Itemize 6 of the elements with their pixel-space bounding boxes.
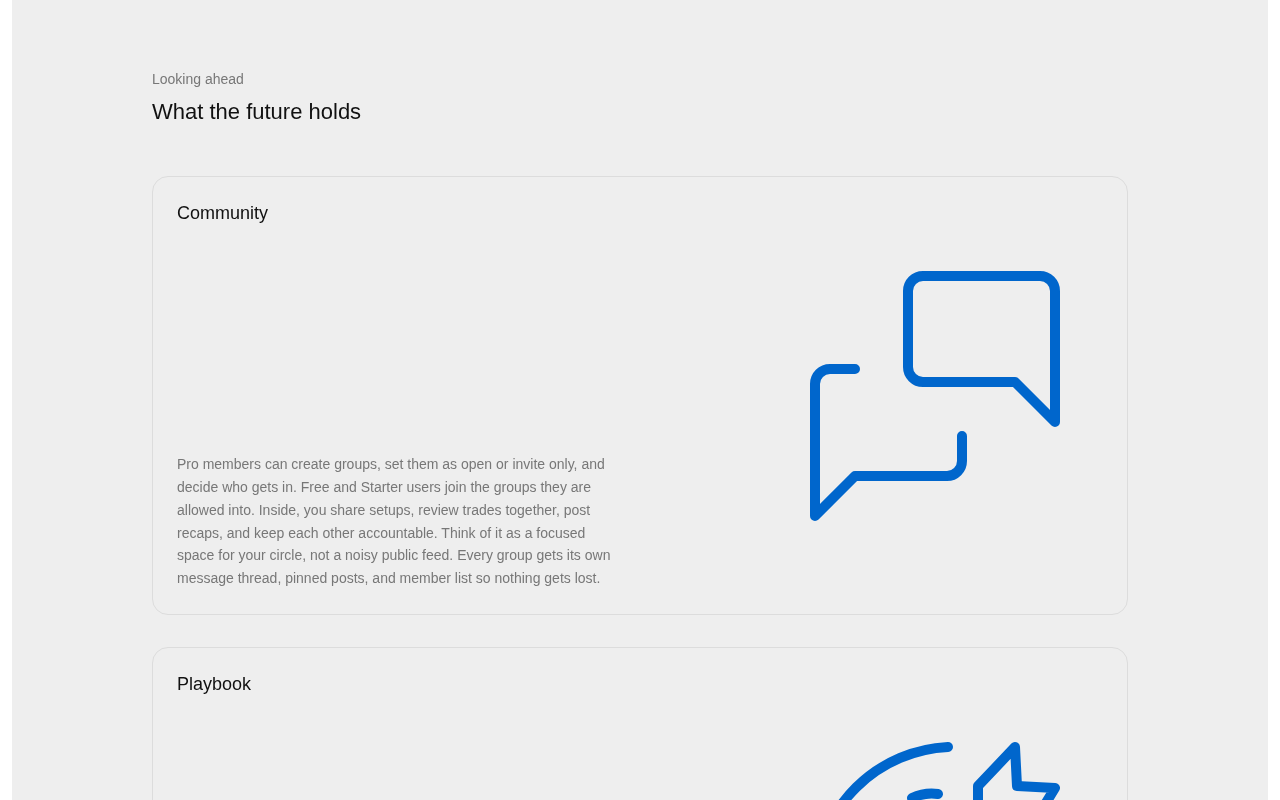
section-heading: What the future holds [152,98,362,126]
card-title: Playbook [177,673,252,696]
chat-bubbles-icon [810,270,1060,521]
card-title: Community [177,202,269,225]
card-description: Pro members can create groups, set them as open or invite only, and decide who gets in. Free and Starter users join the groups they are allowed into. Inside, you share setups, review trades together, post recaps, and keep each other accountable. Think of it as a focused space for your circle, not a noisy public feed. Every group gets its own message thread, pinned posts, and member list so nothing gets lost. [177,455,612,589]
section-eyebrow: Looking ahead [152,70,244,88]
